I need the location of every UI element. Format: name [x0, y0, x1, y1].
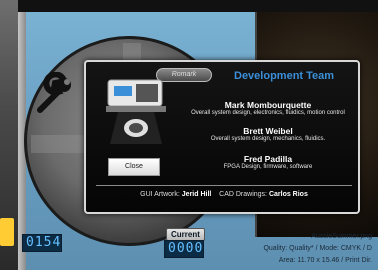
credit-entry: Mark Mombourquette Overall system design…	[182, 100, 354, 116]
credit-role: Overall system design, electronics, flui…	[191, 110, 345, 116]
credit-entry: Brett Weibel Overall system design, mech…	[182, 126, 354, 142]
dialog-title: Development Team	[234, 70, 335, 82]
credit-name: Fred Padilla	[243, 154, 293, 164]
credit-entry: Fred Padilla FPGA Design, firmware, soft…	[182, 154, 354, 170]
credit-role: Overall system design, mechanics, fluidi…	[210, 136, 326, 142]
about-dialog: Romark Development Team Mark Mombourquet…	[84, 60, 360, 214]
current-counter: 0000	[164, 240, 204, 258]
printer-image	[106, 79, 166, 144]
dialog-footer: GUI Artwork: Jerid Hill CAD Drawings: Ca…	[86, 191, 362, 198]
status-filename: AussieSummer.png	[311, 233, 372, 240]
left-counter: 0154	[22, 234, 62, 252]
divider	[96, 185, 352, 186]
credit-role: FPGA Design, firmware, software	[223, 164, 313, 170]
artwork-label: GUI Artwork:	[140, 191, 180, 198]
status-quality: Quality: Quality* / Mode: CMYK / D	[263, 245, 372, 252]
wrench-icon[interactable]	[32, 72, 78, 118]
drawings-label: CAD Drawings:	[219, 191, 267, 198]
credit-name: Mark Mombourquette	[224, 100, 312, 110]
close-button[interactable]: Close	[108, 158, 160, 176]
status-area: Area: 11.70 x 15.46 / Print Dir.	[278, 257, 372, 264]
credit-name: Brett Weibel	[243, 126, 293, 136]
drawings-name: Carlos Rios	[268, 191, 308, 198]
yellow-light	[0, 218, 14, 246]
artwork-name: Jerid Hill	[181, 191, 212, 198]
